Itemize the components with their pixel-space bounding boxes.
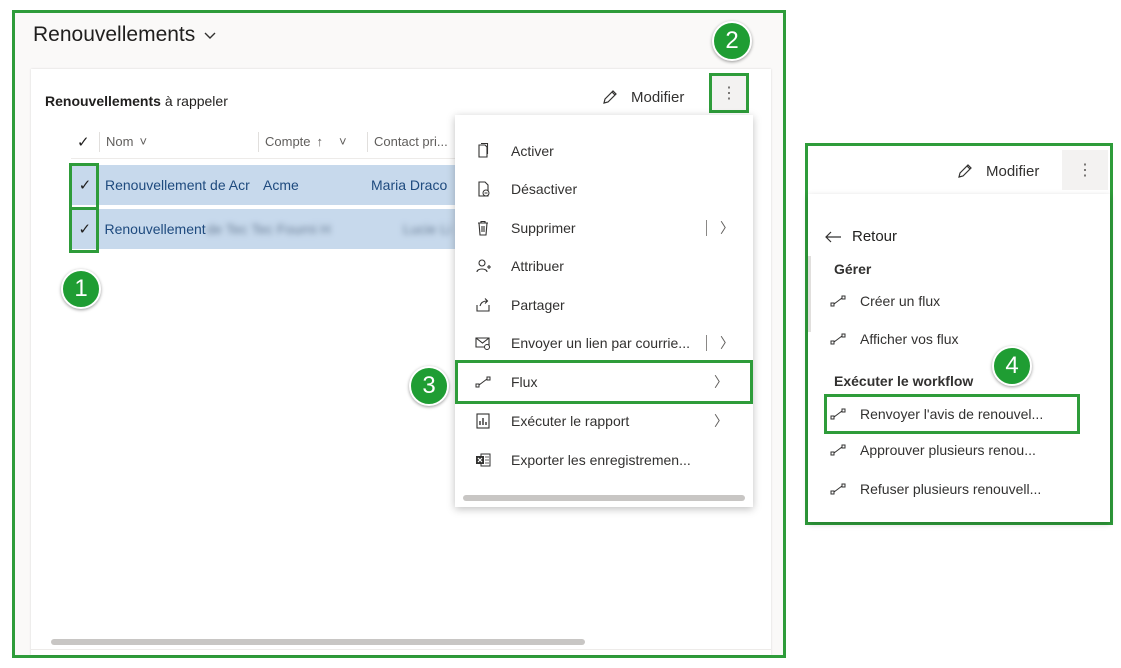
- column-header-contact[interactable]: Contact pri...: [368, 125, 468, 158]
- menu-label: Exporter les enregistremen...: [511, 452, 691, 468]
- flow-icon: [830, 333, 846, 345]
- flow-icon: [830, 444, 846, 456]
- split-divider: [706, 220, 707, 236]
- menu-item-activer[interactable]: Activer: [455, 132, 753, 170]
- chevron-down-icon: [204, 32, 216, 39]
- menu-label: Approuver plusieurs renou...: [860, 442, 1036, 458]
- check-icon: ✓: [77, 133, 90, 151]
- menu-item-desactiver[interactable]: Désactiver: [455, 170, 753, 208]
- flow-icon: [830, 295, 846, 307]
- select-all-checkbox[interactable]: ✓: [71, 125, 99, 158]
- cell-account-blurred: de Tec Tec Fourni H: [206, 221, 331, 237]
- table-row[interactable]: ✓ Renouvellement de Tec Tec Fourni H Luc…: [71, 209, 501, 249]
- column-header-compte[interactable]: Compte ↑ ˅: [259, 125, 367, 158]
- column-label: Contact pri...: [374, 134, 448, 149]
- dashboard-title-text: Renouvellements: [33, 23, 196, 46]
- badge-number: 1: [74, 275, 88, 302]
- step-badge-2: 2: [712, 21, 752, 61]
- more-icon: ⋮: [1077, 162, 1093, 179]
- menu-label: Envoyer un lien par courrie...: [511, 335, 690, 351]
- more-commands-button[interactable]: ⋮: [1062, 150, 1108, 190]
- back-button[interactable]: Retour: [824, 228, 897, 245]
- menu-label: Créer un flux: [860, 293, 941, 309]
- back-label: Retour: [852, 228, 898, 245]
- share-icon: [476, 298, 490, 312]
- grid-header: ✓ Nom ˅ Compte ↑ ˅ Contact pri...: [71, 125, 501, 159]
- badge-number: 3: [422, 372, 436, 399]
- horizontal-scrollbar[interactable]: [51, 639, 585, 645]
- cell-account[interactable]: Acme: [263, 177, 371, 193]
- cell-name[interactable]: Renouvellement: [98, 221, 206, 237]
- step-badge-4: 4: [992, 346, 1032, 386]
- menu-label: Désactiver: [511, 181, 578, 197]
- column-label: Compte: [265, 134, 311, 149]
- menu-item-envoyer-lien[interactable]: Envoyer un lien par courrie... 〉: [455, 324, 753, 362]
- chevron-down-icon: ˅: [139, 134, 148, 149]
- modify-button[interactable]: Modifier: [956, 162, 1039, 180]
- menu-label: Supprimer: [511, 220, 576, 236]
- dashboard-title[interactable]: Renouvellements: [33, 23, 217, 47]
- document-icon: [478, 143, 489, 158]
- badge-number: 4: [1005, 352, 1019, 379]
- more-commands-menu: Activer Désactiver Supprimer 〉 Attribuer…: [455, 115, 753, 507]
- deactivate-icon: [478, 181, 490, 197]
- column-label: Nom: [106, 134, 134, 149]
- arrow-left-icon: [825, 231, 841, 242]
- menu-label: Activer: [511, 143, 554, 159]
- pencil-icon: [958, 164, 972, 178]
- card-title-suffix: à rappeler: [164, 93, 228, 109]
- flow-icon: [830, 483, 846, 495]
- modify-label: Modifier: [986, 162, 1040, 180]
- table-row[interactable]: ✓ Renouvellement de Acr Acme Maria Draco: [71, 165, 501, 205]
- resend-highlight: [824, 394, 1080, 434]
- chevron-down-icon: ˅: [339, 134, 347, 149]
- menu-item-view-flows[interactable]: Afficher vos flux: [830, 321, 1100, 357]
- chevron-right-icon[interactable]: 〉: [715, 333, 739, 353]
- card-title: Renouvellements à rappeler: [45, 93, 228, 109]
- split-divider: [706, 335, 707, 351]
- section-heading-workflow: Exécuter le workflow: [834, 373, 974, 389]
- menu-label: Afficher vos flux: [860, 331, 959, 347]
- menu-label: Attribuer: [511, 258, 564, 274]
- panel-edge: [808, 256, 811, 332]
- menu-label: Partager: [511, 297, 565, 313]
- checkbox-highlight-divider: [69, 207, 99, 210]
- chevron-right-icon[interactable]: 〉: [715, 218, 739, 238]
- card-divider: [31, 649, 771, 650]
- modify-label: Modifier: [631, 88, 685, 106]
- step-badge-3: 3: [409, 366, 449, 406]
- menu-label: Exécuter le rapport: [511, 413, 630, 429]
- badge-number: 2: [725, 27, 739, 54]
- person-icon: [476, 259, 491, 273]
- menu-item-approve-renewals[interactable]: Approuver plusieurs renou...: [830, 432, 1100, 468]
- chevron-right-icon: 〉: [714, 413, 728, 429]
- more-commands-button[interactable]: ⋮: [709, 73, 749, 113]
- menu-label: Refuser plusieurs renouvell...: [860, 481, 1042, 497]
- menu-item-executer-rapport[interactable]: Exécuter le rapport 〉: [455, 402, 753, 440]
- trash-icon: [478, 220, 488, 236]
- menu-item-create-flow[interactable]: Créer un flux: [830, 283, 1100, 319]
- excel-icon: [476, 453, 491, 467]
- modify-button[interactable]: Modifier: [601, 85, 684, 109]
- section-heading-manage: Gérer: [834, 261, 872, 277]
- step-badge-1: 1: [61, 269, 101, 309]
- flow-submenu-panel: Modifier ⋮ Retour Gérer Créer un flux Af…: [805, 143, 1113, 525]
- more-icon: ⋮: [721, 85, 737, 102]
- menu-item-exporter[interactable]: Exporter les enregistremen...: [455, 441, 753, 479]
- card-title-main: Renouvellements: [45, 93, 161, 109]
- menu-item-supprimer[interactable]: Supprimer 〉: [455, 209, 753, 247]
- report-icon: [476, 413, 490, 429]
- menu-item-attribuer[interactable]: Attribuer: [455, 247, 753, 285]
- sort-ascending-icon: ↑: [316, 134, 324, 149]
- mail-link-icon: [475, 337, 490, 350]
- menu-scrollbar[interactable]: [463, 495, 745, 501]
- cell-name[interactable]: Renouvellement de Acr: [99, 177, 263, 193]
- column-header-nom[interactable]: Nom ˅: [100, 125, 258, 158]
- menu-item-partager[interactable]: Partager: [455, 286, 753, 324]
- menu-item-reject-renewals[interactable]: Refuser plusieurs renouvell...: [830, 471, 1100, 507]
- pencil-icon: [603, 90, 617, 104]
- flux-highlight: [455, 360, 753, 404]
